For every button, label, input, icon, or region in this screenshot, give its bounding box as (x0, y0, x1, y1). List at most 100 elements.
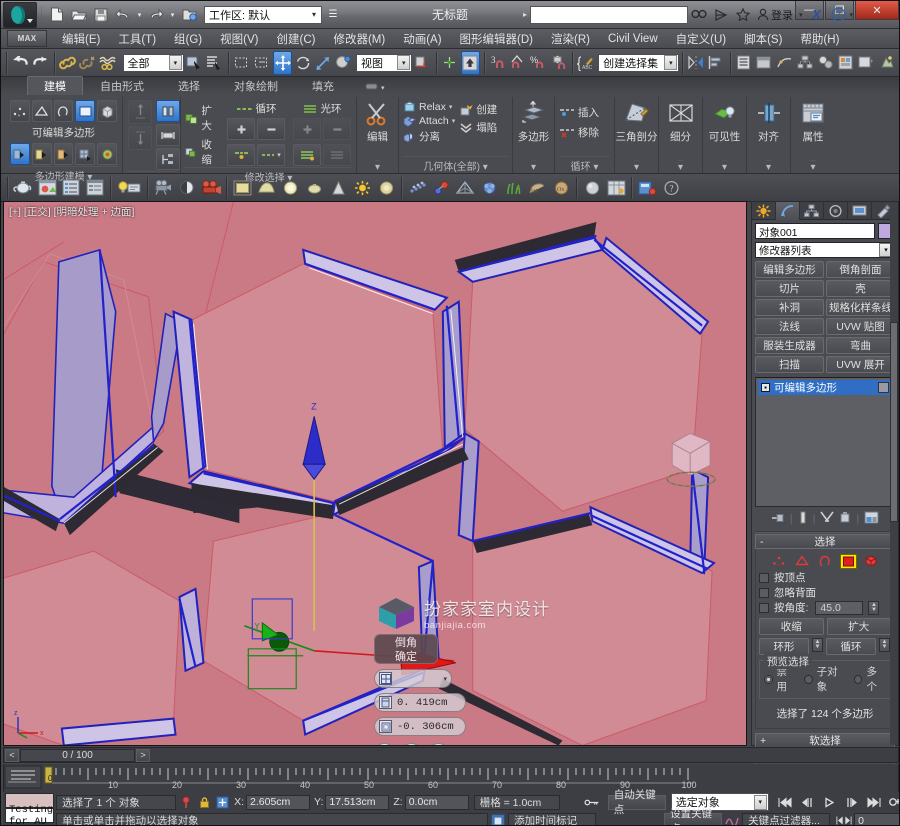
prev-frame-button[interactable]: < (5, 748, 19, 762)
grass-icon[interactable] (502, 176, 524, 200)
by-angle-field[interactable]: 45.0 (815, 600, 864, 615)
maxscript-mini-listener[interactable]: Testing for AU (3, 792, 56, 825)
percent-snap-icon[interactable]: % (529, 51, 547, 75)
skylight-icon[interactable] (375, 176, 397, 200)
select-and-move-icon[interactable] (273, 50, 292, 75)
symmetry-tools-button[interactable] (31, 143, 52, 165)
remove-loop-button[interactable]: 移除 (559, 125, 610, 140)
show-end-result-icon[interactable] (798, 511, 808, 527)
chevron-down-icon[interactable]: ▾ (443, 675, 447, 683)
undo-icon[interactable] (113, 5, 133, 25)
element-subobject-button[interactable] (97, 100, 117, 122)
preview-off-radio[interactable] (764, 674, 773, 684)
environment-icon[interactable] (279, 176, 301, 200)
exchange-icon[interactable] (711, 5, 731, 25)
display-tab[interactable] (848, 202, 872, 220)
ribbon-tab-populate[interactable]: 填充 (295, 76, 351, 95)
undo-icon[interactable] (11, 51, 29, 75)
relax-button[interactable]: Relax ▾ (403, 101, 455, 113)
menu-animation[interactable]: 动画(A) (394, 30, 450, 48)
caddy-ok-button[interactable]: ✓ (374, 743, 395, 745)
help-icon[interactable]: ? (828, 5, 848, 25)
by-angle-row[interactable]: 按角度: 45.0 ▲ ▼ (759, 600, 891, 615)
workspace-selector[interactable]: 工作区: 默认 ▾ (204, 5, 322, 24)
light-cone-icon[interactable] (327, 176, 349, 200)
cut-button[interactable]: 编辑 (358, 99, 398, 144)
use-pivot-point-center-icon[interactable] (413, 51, 431, 75)
spinner-snap-icon[interactable] (550, 51, 568, 75)
grow-selection-button[interactable]: 扩大 (185, 103, 220, 133)
create-tab[interactable] (752, 202, 776, 220)
search-input[interactable] (529, 5, 688, 24)
loop-button[interactable]: 循环 (826, 638, 876, 655)
triangulation-button[interactable]: 三角剖分 (616, 99, 658, 144)
schematic-view-icon[interactable] (796, 51, 814, 75)
named-selection-set-combo[interactable]: 创建选择集 ▾ (598, 53, 680, 72)
expand-icon[interactable]: + (760, 735, 766, 747)
modifier-shell[interactable]: 壳 (826, 280, 895, 297)
signin-button[interactable]: 登录 (755, 5, 795, 25)
lightbulb-toggle-icon[interactable]: ▪ (761, 383, 770, 392)
undo-dropdown[interactable]: ▾ (135, 5, 144, 25)
rectangular-selection-region-icon[interactable] (232, 51, 250, 75)
detach-button[interactable]: 分离 (403, 129, 455, 144)
caddy-cancel-button[interactable]: ✕ (428, 743, 449, 745)
caddy-outline-row[interactable]: -0. 306cm (374, 717, 466, 736)
render-to-texture-icon[interactable] (255, 176, 277, 200)
modifier-cap-holes[interactable]: 补洞 (755, 299, 824, 316)
goto-end-icon[interactable] (864, 795, 884, 810)
menu-customize[interactable]: 自定义(U) (667, 30, 735, 48)
paint-deform-button[interactable] (53, 143, 74, 165)
subdivision-button[interactable]: 细分 (660, 99, 702, 144)
select-and-manipulate-icon[interactable] (460, 50, 480, 75)
make-unique-icon[interactable] (820, 511, 835, 527)
insert-loop-button[interactable]: 插入 (559, 105, 610, 120)
camera-icon[interactable] (152, 176, 174, 200)
video-post-icon[interactable] (200, 176, 222, 200)
align-icon[interactable] (708, 51, 726, 75)
modifier-slice[interactable]: 切片 (755, 280, 824, 297)
loop-spinner[interactable]: ▲ ▼ (879, 638, 890, 652)
project-folder-icon[interactable] (179, 5, 199, 25)
rendered-frame-icon[interactable] (231, 176, 253, 200)
panel-title-loops[interactable]: 循环 ▾ (559, 156, 610, 173)
edit-named-selection-sets-icon[interactable]: ABC (576, 51, 595, 75)
asset-tracking-icon[interactable] (605, 176, 627, 200)
modifier-bevel-profile[interactable]: 倒角剖面 (826, 261, 895, 278)
generate-topology-button[interactable] (10, 143, 30, 165)
vertex-icon[interactable] (771, 554, 788, 569)
ignore-backfacing-checkbox[interactable] (759, 587, 769, 598)
swift-loop-button[interactable] (156, 100, 180, 122)
select-by-name-icon[interactable] (205, 51, 223, 75)
create-button[interactable]: 创建 (459, 102, 497, 117)
mini-listener-text[interactable]: Testing for AU (5, 804, 55, 825)
configure-modifier-sets-icon[interactable] (864, 511, 879, 527)
material-editor-icon[interactable] (816, 51, 834, 75)
bind-to-space-warp-icon[interactable] (99, 51, 117, 75)
menu-civil-view[interactable]: Civil View (599, 32, 667, 46)
ribbon-tab-object-paint[interactable]: 对象绘制 (217, 76, 295, 95)
ribbon-toggle-icon[interactable] (755, 51, 773, 75)
ring-spinner[interactable]: ▲ ▼ (812, 638, 823, 652)
ribbon-minimize-icon[interactable] (365, 82, 378, 94)
object-name-field[interactable]: 对象001 (755, 223, 875, 239)
panel-title-triangulation[interactable]: ▾ (633, 160, 640, 173)
panel-title-align[interactable]: ▾ (765, 160, 772, 173)
hair-fur-icon[interactable] (478, 176, 500, 200)
oil-tank-icon[interactable]: Ox (550, 176, 572, 200)
z-coordinate-field[interactable]: 0.0cm (404, 794, 469, 810)
scene-explorer-icon[interactable] (60, 176, 82, 200)
hierarchy-tab[interactable] (800, 202, 824, 220)
x-coordinate-field[interactable]: 2.605cm (246, 794, 311, 810)
new-file-icon[interactable] (47, 5, 67, 25)
selection-rollup-header[interactable]: - 选择 (755, 534, 895, 549)
panel-title-visibility[interactable]: ▾ (721, 160, 728, 173)
open-file-icon[interactable] (69, 5, 89, 25)
stack-item-toggle[interactable] (878, 382, 889, 393)
vertex-subobject-button[interactable] (10, 100, 30, 122)
align-button[interactable]: 对齐 (748, 99, 790, 144)
menu-tools[interactable]: 工具(T) (109, 30, 165, 48)
next-frame-button[interactable]: > (136, 748, 150, 762)
exposure-control-icon[interactable] (303, 176, 325, 200)
save-icon[interactable] (91, 5, 111, 25)
